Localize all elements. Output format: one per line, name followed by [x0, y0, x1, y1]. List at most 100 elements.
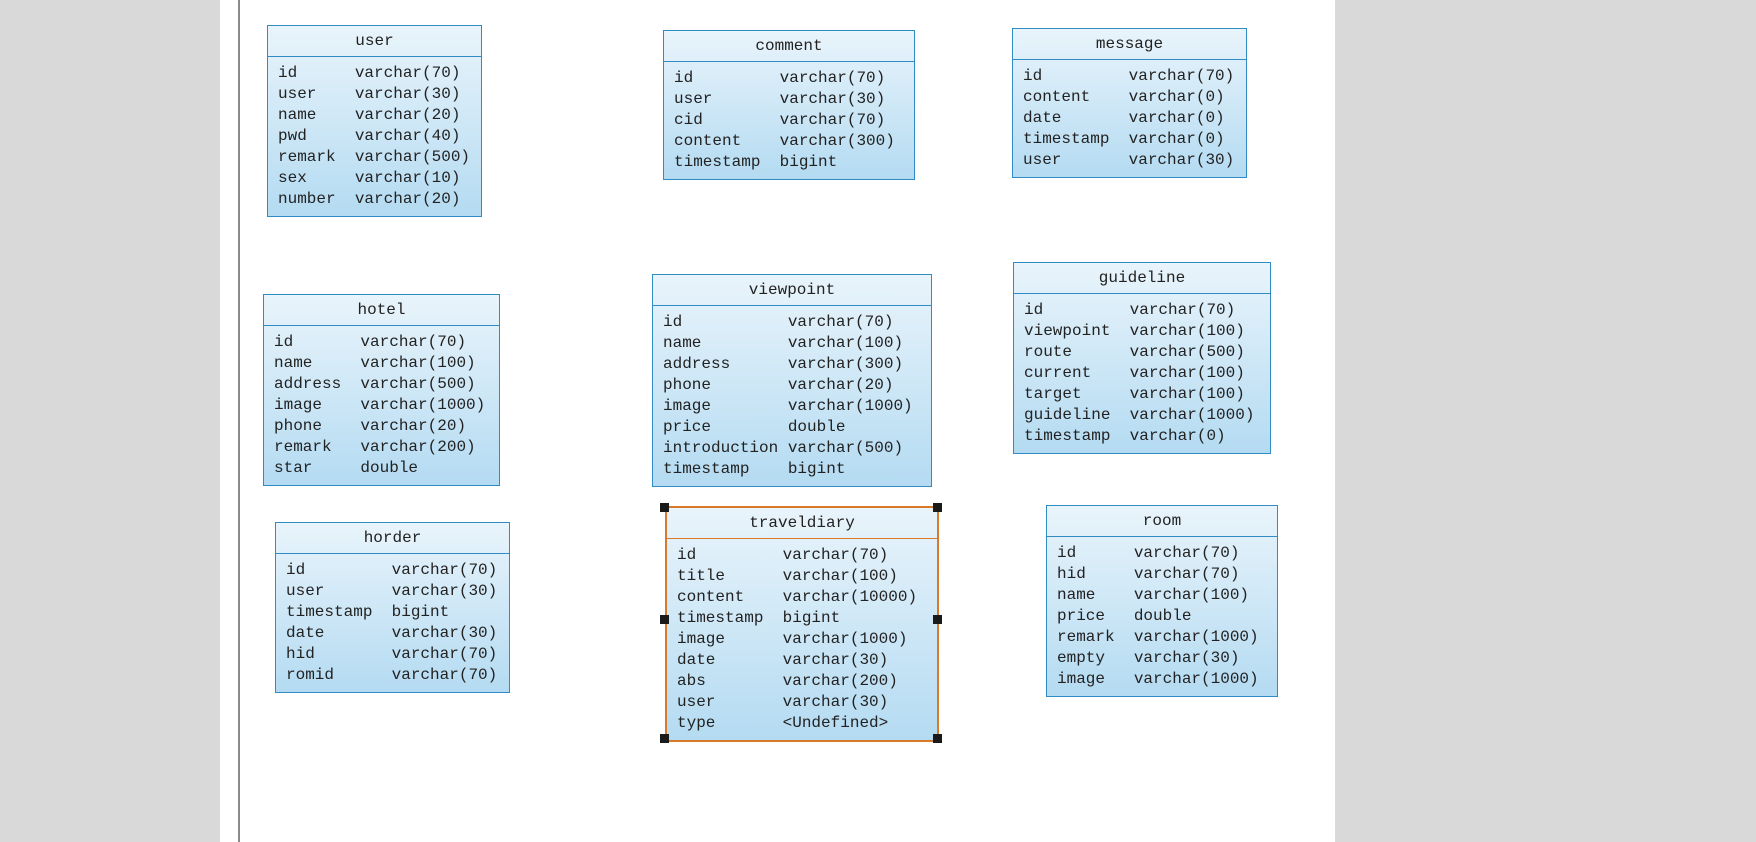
column-row[interactable]: timestamp varchar(0) — [1023, 129, 1236, 150]
selection-handle-mid-left[interactable] — [660, 615, 669, 624]
column-type: bigint — [392, 602, 450, 623]
column-row[interactable]: target varchar(100) — [1024, 384, 1260, 405]
column-name: user — [278, 84, 355, 105]
column-row[interactable]: phone varchar(20) — [663, 375, 921, 396]
entity-message[interactable]: message id varchar(70)content varchar(0)… — [1012, 28, 1247, 178]
column-name: price — [663, 417, 788, 438]
entity-user[interactable]: user id varchar(70)user varchar(30)name … — [267, 25, 482, 217]
entity-horder[interactable]: horder id varchar(70)user varchar(30)tim… — [275, 522, 510, 693]
column-row[interactable]: image varchar(1000) — [274, 395, 489, 416]
column-row[interactable]: content varchar(300) — [674, 131, 904, 152]
column-row[interactable]: address varchar(300) — [663, 354, 921, 375]
column-type: varchar(30) — [1129, 150, 1235, 171]
column-row[interactable]: name varchar(20) — [278, 105, 471, 126]
column-type: varchar(70) — [1134, 543, 1240, 564]
column-row[interactable]: id varchar(70) — [663, 312, 921, 333]
column-row[interactable]: remark varchar(1000) — [1057, 627, 1267, 648]
column-name: number — [278, 189, 355, 210]
column-name: image — [1057, 669, 1134, 690]
column-row[interactable]: id varchar(70) — [1057, 543, 1267, 564]
column-row[interactable]: timestamp bigint — [286, 602, 499, 623]
entity-title: viewpoint — [653, 275, 931, 306]
column-row[interactable]: remark varchar(200) — [274, 437, 489, 458]
entity-hotel[interactable]: hotel id varchar(70)name varchar(100)add… — [263, 294, 500, 486]
column-row[interactable]: title varchar(100) — [677, 566, 927, 587]
column-row[interactable]: name varchar(100) — [274, 353, 489, 374]
entity-guideline[interactable]: guideline id varchar(70)viewpoint varcha… — [1013, 262, 1271, 454]
column-row[interactable]: date varchar(30) — [286, 623, 499, 644]
column-row[interactable]: id varchar(70) — [1024, 300, 1260, 321]
column-row[interactable]: address varchar(500) — [274, 374, 489, 395]
column-row[interactable]: name varchar(100) — [1057, 585, 1267, 606]
column-row[interactable]: sex varchar(10) — [278, 168, 471, 189]
column-name: content — [1023, 87, 1129, 108]
selection-handle-mid-right[interactable] — [933, 615, 942, 624]
column-row[interactable]: id varchar(70) — [274, 332, 489, 353]
entity-room[interactable]: room id varchar(70)hid varchar(70)name v… — [1046, 505, 1278, 697]
column-row[interactable]: user varchar(30) — [677, 692, 927, 713]
column-row[interactable]: romid varchar(70) — [286, 665, 499, 686]
column-row[interactable]: image varchar(1000) — [1057, 669, 1267, 690]
column-type: double — [788, 417, 846, 438]
column-row[interactable]: id varchar(70) — [278, 63, 471, 84]
column-row[interactable]: timestamp bigint — [674, 152, 904, 173]
column-row[interactable]: empty varchar(30) — [1057, 648, 1267, 669]
column-type: bigint — [783, 608, 841, 629]
column-row[interactable]: abs varchar(200) — [677, 671, 927, 692]
column-row[interactable]: id varchar(70) — [286, 560, 499, 581]
column-row[interactable]: user varchar(30) — [278, 84, 471, 105]
column-row[interactable]: hid varchar(70) — [1057, 564, 1267, 585]
column-name: id — [286, 560, 392, 581]
column-row[interactable]: remark varchar(500) — [278, 147, 471, 168]
selection-handle-top-left[interactable] — [660, 503, 669, 512]
entity-viewpoint[interactable]: viewpoint id varchar(70)name varchar(100… — [652, 274, 932, 487]
column-row[interactable]: id varchar(70) — [677, 545, 927, 566]
column-row[interactable]: introduction varchar(500) — [663, 438, 921, 459]
column-type: varchar(100) — [360, 353, 475, 374]
column-row[interactable]: pwd varchar(40) — [278, 126, 471, 147]
column-row[interactable]: image varchar(1000) — [677, 629, 927, 650]
column-row[interactable]: image varchar(1000) — [663, 396, 921, 417]
column-type: varchar(500) — [1130, 342, 1245, 363]
column-type: varchar(1000) — [788, 396, 913, 417]
selection-handle-bottom-right[interactable] — [933, 734, 942, 743]
column-name: id — [677, 545, 783, 566]
column-row[interactable]: date varchar(0) — [1023, 108, 1236, 129]
entity-comment[interactable]: comment id varchar(70)user varchar(30)ci… — [663, 30, 915, 180]
column-row[interactable]: viewpoint varchar(100) — [1024, 321, 1260, 342]
column-row[interactable]: price double — [663, 417, 921, 438]
column-row[interactable]: price double — [1057, 606, 1267, 627]
entity-body: id varchar(70)hid varchar(70)name varcha… — [1047, 537, 1277, 696]
column-row[interactable]: star double — [274, 458, 489, 479]
column-row[interactable]: name varchar(100) — [663, 333, 921, 354]
selection-handle-bottom-left[interactable] — [660, 734, 669, 743]
column-row[interactable]: timestamp bigint — [663, 459, 921, 480]
column-name: date — [677, 650, 783, 671]
column-row[interactable]: hid varchar(70) — [286, 644, 499, 665]
column-row[interactable]: phone varchar(20) — [274, 416, 489, 437]
column-name: date — [286, 623, 392, 644]
entity-traveldiary[interactable]: traveldiary id varchar(70)title varchar(… — [665, 506, 939, 742]
column-row[interactable]: route varchar(500) — [1024, 342, 1260, 363]
entity-title: room — [1047, 506, 1277, 537]
column-row[interactable]: cid varchar(70) — [674, 110, 904, 131]
column-row[interactable]: date varchar(30) — [677, 650, 927, 671]
column-name: timestamp — [1023, 129, 1129, 150]
column-row[interactable]: content varchar(10000) — [677, 587, 927, 608]
column-row[interactable]: guideline varchar(1000) — [1024, 405, 1260, 426]
column-name: guideline — [1024, 405, 1130, 426]
column-row[interactable]: user varchar(30) — [286, 581, 499, 602]
column-row[interactable]: content varchar(0) — [1023, 87, 1236, 108]
column-row[interactable]: user varchar(30) — [674, 89, 904, 110]
column-row[interactable]: user varchar(30) — [1023, 150, 1236, 171]
selection-handle-top-right[interactable] — [933, 503, 942, 512]
column-row[interactable]: timestamp varchar(0) — [1024, 426, 1260, 447]
column-name: title — [677, 566, 783, 587]
column-row[interactable]: timestamp bigint — [677, 608, 927, 629]
column-row[interactable]: id varchar(70) — [674, 68, 904, 89]
column-row[interactable]: current varchar(100) — [1024, 363, 1260, 384]
column-type: varchar(0) — [1129, 87, 1225, 108]
column-row[interactable]: type <Undefined> — [677, 713, 927, 734]
column-row[interactable]: number varchar(20) — [278, 189, 471, 210]
column-row[interactable]: id varchar(70) — [1023, 66, 1236, 87]
